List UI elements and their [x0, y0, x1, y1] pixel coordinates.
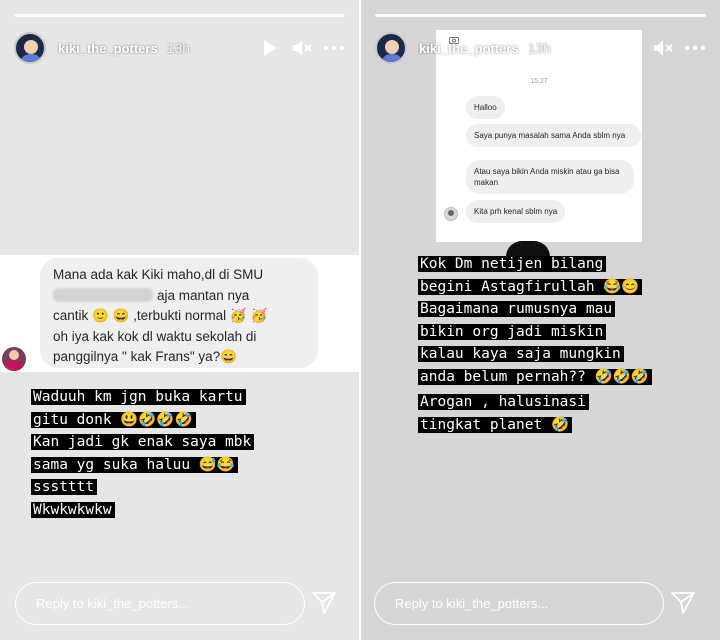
send-icon[interactable]: [670, 590, 696, 616]
username[interactable]: kiki_the_potters: [58, 41, 158, 56]
avatar[interactable]: [375, 32, 407, 64]
sender-avatar: [444, 207, 458, 221]
story-caption: Kok Dm netijen bilang begini Astagfirull…: [418, 253, 652, 388]
caption-line: sama yg suka haluu 😅😂: [31, 456, 238, 473]
story-caption-secondary: Arogan , halusinasi tingkat planet 🤣: [418, 391, 589, 436]
story-progress-bar: [14, 14, 345, 17]
story-progress-fill: [14, 14, 345, 17]
reply-placeholder: Reply to kiki_the_potters...: [395, 596, 549, 611]
username[interactable]: kiki_the_potters: [419, 41, 519, 56]
comment-line: panggilnya " kak Frans" ya?😄: [53, 349, 237, 364]
caption-line: gitu donk 😃🤣🤣🤣: [31, 411, 196, 428]
caption-line: tingkat planet 🤣: [418, 416, 573, 433]
comment-line: Mana ada kak Kiki maho,dl di SMU: [53, 267, 264, 282]
caption-line: anda belum pernah?? 🤣🤣🤣: [418, 368, 652, 385]
redacted-name: [53, 287, 153, 302]
caption-line: Arogan , halusinasi: [418, 394, 589, 410]
dm-message: Halloo: [466, 96, 505, 119]
dm-message: Saya punya masalah sama Anda sblm nya: [466, 124, 641, 147]
post-time: 13h: [527, 40, 552, 56]
post-time: 13h: [166, 40, 191, 56]
reply-input[interactable]: Reply to kiki_the_potters...: [15, 582, 305, 625]
speaker-muted-icon[interactable]: [291, 37, 313, 59]
comment-line: aja mantan nya: [157, 287, 250, 303]
speaker-muted-icon[interactable]: [652, 37, 674, 59]
story-panel-left[interactable]: kiki_the_potters 13h Mana ada kak Kiki m…: [0, 0, 359, 640]
story-header: kiki_the_potters 13h: [14, 30, 345, 66]
story-header: kiki_the_potters 13h: [375, 30, 706, 66]
caption-line: ssstttt: [31, 479, 98, 495]
play-icon[interactable]: [259, 37, 281, 59]
caption-line: Waduuh km jgn buka kartu: [31, 389, 246, 405]
dm-timestamp: 15.27: [530, 78, 548, 85]
avatar[interactable]: [14, 32, 46, 64]
caption-line: bikin org jadi miskin: [418, 323, 607, 340]
more-options-icon[interactable]: [323, 37, 345, 59]
comment-text: Mana ada kak Kiki maho,dl di SMU aja man…: [53, 265, 310, 368]
comment-bubble: Mana ada kak Kiki maho,dl di SMU aja man…: [40, 258, 318, 368]
caption-line: begini Astagfirullah 😂😊: [418, 278, 643, 295]
send-icon[interactable]: [311, 590, 337, 616]
caption-line: Kok Dm netijen bilang: [418, 256, 607, 272]
comment-screenshot: Mana ada kak Kiki maho,dl di SMU aja man…: [0, 255, 359, 372]
reply-input[interactable]: Reply to kiki_the_potters...: [374, 582, 664, 625]
play-icon[interactable]: [620, 37, 642, 59]
caption-line: Bagaimana rumusnya mau: [418, 301, 616, 317]
more-options-icon[interactable]: [684, 37, 706, 59]
caption-line: kalau kaya saja mungkin: [418, 346, 624, 362]
story-progress-bar: [375, 14, 706, 17]
dm-message: Kita prh kenal sblm nya: [466, 200, 566, 223]
reply-placeholder: Reply to kiki_the_potters...: [36, 596, 190, 611]
commenter-avatar: [2, 347, 26, 371]
story-caption: Waduuh km jgn buka kartu gitu donk 😃🤣🤣🤣 …: [31, 386, 255, 521]
comment-line: cantik 🙂 😄 ,terbukti normal 🥳 🥳: [53, 308, 268, 323]
comment-line: oh iya kak kok dl waktu sekolah di: [53, 328, 257, 344]
story-progress-fill: [375, 14, 706, 17]
caption-line: Wkwkwkwkw: [31, 501, 115, 518]
dm-message: Atau saya bikin Anda miskin atau ga bisa…: [466, 160, 634, 194]
caption-line: Kan jadi gk enak saya mbk: [31, 434, 255, 450]
